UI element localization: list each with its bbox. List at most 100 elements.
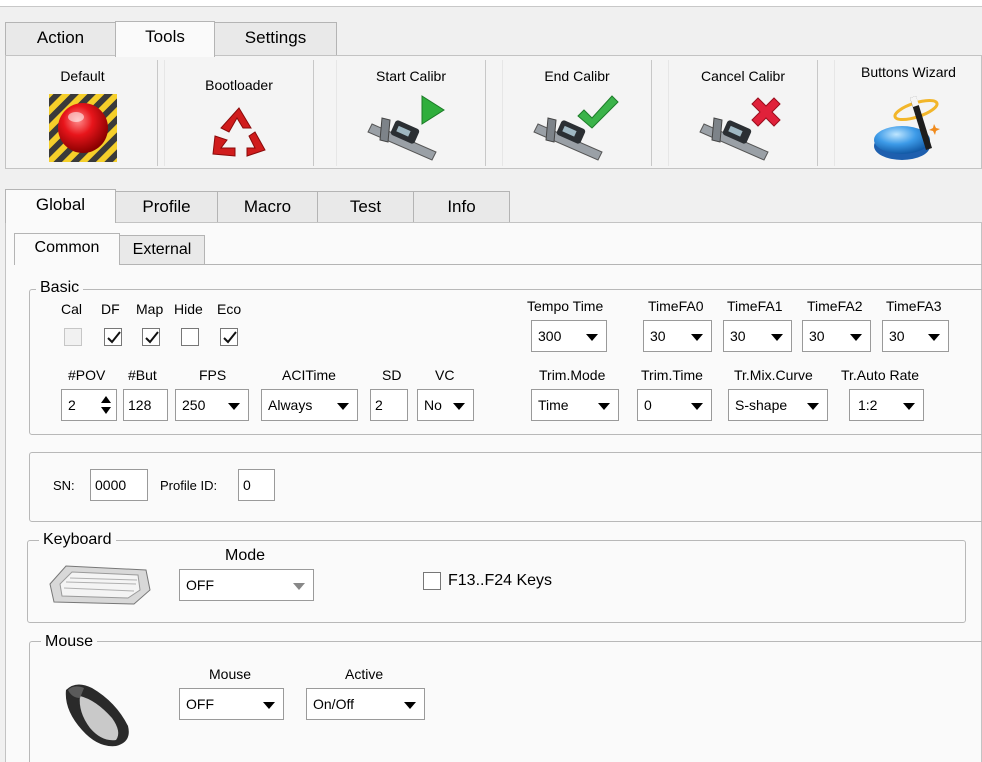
end-calibr-label: End Calibr <box>544 68 610 84</box>
mouse-active-value: On/Off <box>313 696 354 712</box>
chevron-down-icon <box>293 583 305 590</box>
timefa1-select[interactable]: 30 <box>723 320 792 352</box>
but-field[interactable]: 128 <box>123 389 168 421</box>
fps-select[interactable]: 250 <box>175 389 249 421</box>
pov-spinner[interactable]: 2 <box>61 389 117 421</box>
hide-checkbox[interactable] <box>181 328 199 346</box>
tab-profile[interactable]: Profile <box>115 191 218 223</box>
hide-label: Hide <box>174 301 203 317</box>
sn-value: 0000 <box>95 477 127 493</box>
cal-checkbox[interactable] <box>64 328 82 346</box>
tab-external[interactable]: External <box>119 235 205 265</box>
vc-value: No <box>424 397 442 413</box>
sd-value: 2 <box>375 397 383 413</box>
caliper-check-icon <box>533 95 619 161</box>
tr-mix-curve-select[interactable]: S-shape <box>728 389 828 421</box>
acitime-label: ACITime <box>282 367 336 383</box>
map-label: Map <box>136 301 164 317</box>
timefa1-label: TimeFA1 <box>727 298 783 314</box>
chevron-down-icon <box>453 403 465 410</box>
df-checkbox[interactable] <box>104 328 122 346</box>
tempo-time-label: Tempo Time <box>527 298 604 314</box>
default-label: Default <box>60 68 105 84</box>
basic-title: Basic <box>36 279 84 297</box>
bootloader-button[interactable]: Bootloader <box>164 60 314 166</box>
keyboard-mode-value: OFF <box>186 577 214 593</box>
tr-auto-rate-value: 1:2 <box>858 397 878 413</box>
pov-label: #POV <box>68 367 106 383</box>
df-label: DF <box>101 301 120 317</box>
sd-field[interactable]: 2 <box>370 389 408 421</box>
eco-checkbox[interactable] <box>220 328 238 346</box>
chevron-down-icon <box>691 334 703 341</box>
keyboard-icon <box>49 565 151 605</box>
timefa0-value: 30 <box>650 328 666 344</box>
vc-select[interactable]: No <box>417 389 474 421</box>
acitime-select[interactable]: Always <box>261 389 358 421</box>
chevron-down-icon <box>691 403 703 410</box>
check-icon <box>145 331 159 344</box>
tempo-time-select[interactable]: 300 <box>531 320 607 352</box>
tr-mix-curve-value: S-shape <box>735 397 788 413</box>
timefa2-select[interactable]: 30 <box>802 320 871 352</box>
buttons-wizard-label: Buttons Wizard <box>861 64 956 80</box>
f13-f24-checkbox[interactable] <box>423 572 441 590</box>
chevron-down-icon <box>404 702 416 709</box>
trim-time-select[interactable]: 0 <box>637 389 712 421</box>
mouse-mode-select[interactable]: OFF <box>179 688 284 720</box>
tr-auto-rate-label: Tr.Auto Rate <box>841 367 920 383</box>
end-calibr-button[interactable]: End Calibr <box>502 60 652 166</box>
mouse-icon <box>65 684 129 747</box>
acitime-value: Always <box>268 397 313 413</box>
timefa0-select[interactable]: 30 <box>643 320 712 352</box>
mouse-active-label: Active <box>345 666 384 682</box>
fps-label: FPS <box>199 367 227 383</box>
tab-common[interactable]: Common <box>14 233 120 265</box>
toolbar: Default Bootloader Start Calibr End Cali… <box>5 55 982 169</box>
tempo-time-value: 300 <box>538 328 562 344</box>
chevron-down-icon <box>586 334 598 341</box>
tab-action[interactable]: Action <box>5 22 116 56</box>
tr-auto-rate-select[interactable]: 1:2 <box>849 389 924 421</box>
bootloader-label: Bootloader <box>205 77 273 93</box>
tab-global[interactable]: Global <box>5 189 116 223</box>
keyboard-mode-label: Mode <box>225 547 266 564</box>
magic-wand-icon <box>873 96 940 160</box>
spin-up-icon[interactable] <box>101 396 111 403</box>
tab-tools[interactable]: Tools <box>115 21 215 57</box>
start-calibr-button[interactable]: Start Calibr <box>336 60 486 166</box>
emergency-stop-icon <box>48 94 117 162</box>
fps-value: 250 <box>182 397 206 413</box>
chevron-down-icon <box>807 403 819 410</box>
cancel-calibr-button[interactable]: Cancel Calibr <box>668 60 818 166</box>
trim-mode-select[interactable]: Time <box>531 389 619 421</box>
profile-id-field[interactable]: 0 <box>238 469 275 501</box>
pov-value: 2 <box>68 397 76 413</box>
sn-field[interactable]: 0000 <box>90 469 148 501</box>
tab-settings[interactable]: Settings <box>214 22 337 56</box>
mouse-group <box>29 641 982 762</box>
default-button[interactable]: Default <box>8 60 158 166</box>
spin-down-icon[interactable] <box>101 407 111 414</box>
timefa2-value: 30 <box>809 328 825 344</box>
trim-time-value: 0 <box>644 397 652 413</box>
tab-info[interactable]: Info <box>413 191 510 223</box>
profile-id-label: Profile ID: <box>160 478 218 493</box>
map-checkbox[interactable] <box>142 328 160 346</box>
cancel-calibr-label: Cancel Calibr <box>700 68 786 84</box>
tab-macro[interactable]: Macro <box>217 191 318 223</box>
chevron-down-icon <box>850 334 862 341</box>
timefa3-select[interactable]: 30 <box>882 320 949 352</box>
sd-label: SD <box>382 367 402 383</box>
trim-time-label: Trim.Time <box>641 367 703 383</box>
mouse-active-select[interactable]: On/Off <box>306 688 425 720</box>
eco-label: Eco <box>217 301 242 317</box>
trim-mode-label: Trim.Mode <box>539 367 606 383</box>
tab-test[interactable]: Test <box>317 191 414 223</box>
buttons-wizard-button[interactable]: Buttons Wizard <box>834 60 982 166</box>
but-value: 128 <box>128 397 152 413</box>
chevron-down-icon <box>598 403 610 410</box>
keyboard-mode-select[interactable]: OFF <box>179 569 314 601</box>
profile-id-value: 0 <box>243 477 251 493</box>
timefa3-label: TimeFA3 <box>886 298 942 314</box>
